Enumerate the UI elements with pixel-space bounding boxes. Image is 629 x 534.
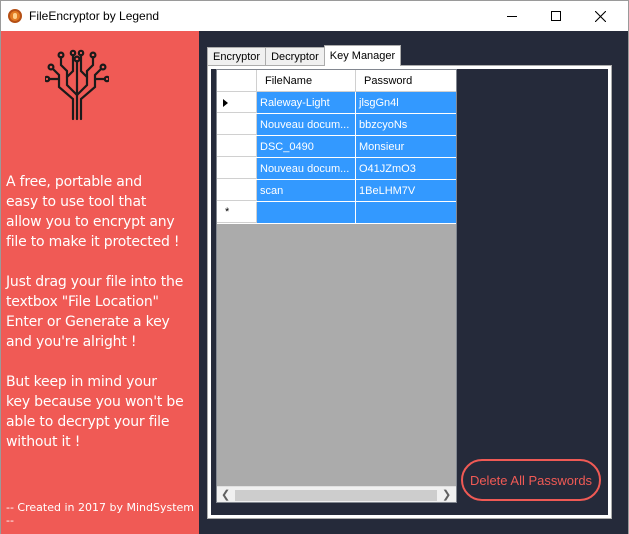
password-grid[interactable]: FileName Password Raleway-Light jlsgGn4l… bbox=[216, 69, 457, 503]
desc-line: without it ! bbox=[6, 434, 81, 450]
desc-line: easy to use tool that bbox=[6, 194, 147, 210]
close-icon bbox=[594, 10, 606, 22]
maximize-button[interactable] bbox=[533, 1, 579, 31]
description-text: A free, portable and easy to use tool th… bbox=[6, 172, 196, 452]
window-title: FileEncryptor by Legend bbox=[29, 9, 160, 23]
table-row[interactable]: Nouveau docum... O41JZmO3 bbox=[217, 158, 456, 180]
grid-header: FileName Password bbox=[217, 70, 456, 92]
row-header[interactable] bbox=[217, 114, 257, 135]
column-header-filename[interactable]: FileName bbox=[257, 70, 356, 92]
password-cell[interactable]: O41JZmO3 bbox=[356, 158, 456, 179]
desc-line: key because you won't be bbox=[6, 394, 184, 410]
filename-cell[interactable] bbox=[257, 202, 356, 223]
close-button[interactable] bbox=[577, 1, 623, 31]
desc-line: But keep in mind your bbox=[6, 374, 157, 390]
info-sidebar: A free, portable and easy to use tool th… bbox=[1, 31, 199, 534]
tab-decryptor[interactable]: Decryptor bbox=[265, 47, 325, 66]
password-cell[interactable] bbox=[356, 202, 456, 223]
filename-cell[interactable]: DSC_0490 bbox=[257, 136, 356, 157]
grid-corner[interactable] bbox=[217, 70, 257, 92]
password-cell[interactable]: Monsieur bbox=[356, 136, 456, 157]
table-row[interactable]: Nouveau docum... bbzcyoNs bbox=[217, 114, 456, 136]
scroll-thumb[interactable] bbox=[235, 490, 437, 501]
row-header[interactable] bbox=[217, 92, 257, 113]
new-row[interactable]: * bbox=[217, 202, 456, 224]
tab-key-manager[interactable]: Key Manager bbox=[323, 45, 402, 66]
desc-line: textbox "File Location" bbox=[6, 294, 159, 310]
credit-text: -- Created in 2017 by MindSystem -- bbox=[6, 501, 194, 527]
scroll-left-icon[interactable]: ❮ bbox=[221, 488, 230, 501]
password-cell[interactable]: jlsgGn4l bbox=[356, 92, 456, 113]
minimize-icon bbox=[507, 15, 517, 17]
tree-circuit-icon bbox=[45, 49, 109, 121]
filename-cell[interactable]: scan bbox=[257, 180, 356, 201]
password-cell[interactable]: 1BeLHM7V bbox=[356, 180, 456, 201]
current-row-arrow-icon bbox=[223, 99, 228, 107]
minimize-button[interactable] bbox=[489, 1, 535, 31]
row-header[interactable]: * bbox=[217, 202, 257, 223]
table-row[interactable]: Raleway-Light jlsgGn4l bbox=[217, 92, 456, 114]
new-row-marker: * bbox=[225, 206, 230, 218]
maximize-icon bbox=[551, 11, 561, 21]
desc-line: able to decrypt your file bbox=[6, 414, 170, 430]
delete-all-passwords-button[interactable]: Delete All Passwords bbox=[461, 459, 601, 501]
scroll-right-icon[interactable]: ❯ bbox=[442, 488, 451, 501]
filename-cell[interactable]: Raleway-Light bbox=[257, 92, 356, 113]
app-window: FileEncryptor by Legend A free, portable… bbox=[0, 0, 629, 534]
row-header[interactable] bbox=[217, 136, 257, 157]
desc-line: Enter or Generate a key bbox=[6, 314, 170, 330]
row-header[interactable] bbox=[217, 158, 257, 179]
column-header-password[interactable]: Password bbox=[356, 70, 456, 92]
tab-strip: Encryptor Decryptor Key Manager bbox=[207, 45, 402, 66]
app-shield-icon bbox=[8, 9, 22, 23]
desc-line: Just drag your file into the bbox=[6, 274, 184, 290]
title-bar: FileEncryptor by Legend bbox=[1, 1, 628, 31]
horizontal-scrollbar[interactable]: ❮ ❯ bbox=[217, 486, 456, 502]
desc-line: allow you to encrypt any bbox=[6, 214, 175, 230]
grid-body: Raleway-Light jlsgGn4l Nouveau docum... … bbox=[217, 92, 456, 224]
row-header[interactable] bbox=[217, 180, 257, 201]
tab-encryptor[interactable]: Encryptor bbox=[207, 47, 267, 66]
password-cell[interactable]: bbzcyoNs bbox=[356, 114, 456, 135]
desc-line: A free, portable and bbox=[6, 174, 142, 190]
desc-line: file to make it protected ! bbox=[6, 234, 180, 250]
desc-line: and you're alright ! bbox=[6, 334, 137, 350]
filename-cell[interactable]: Nouveau docum... bbox=[257, 158, 356, 179]
table-row[interactable]: scan 1BeLHM7V bbox=[217, 180, 456, 202]
filename-cell[interactable]: Nouveau docum... bbox=[257, 114, 356, 135]
table-row[interactable]: DSC_0490 Monsieur bbox=[217, 136, 456, 158]
